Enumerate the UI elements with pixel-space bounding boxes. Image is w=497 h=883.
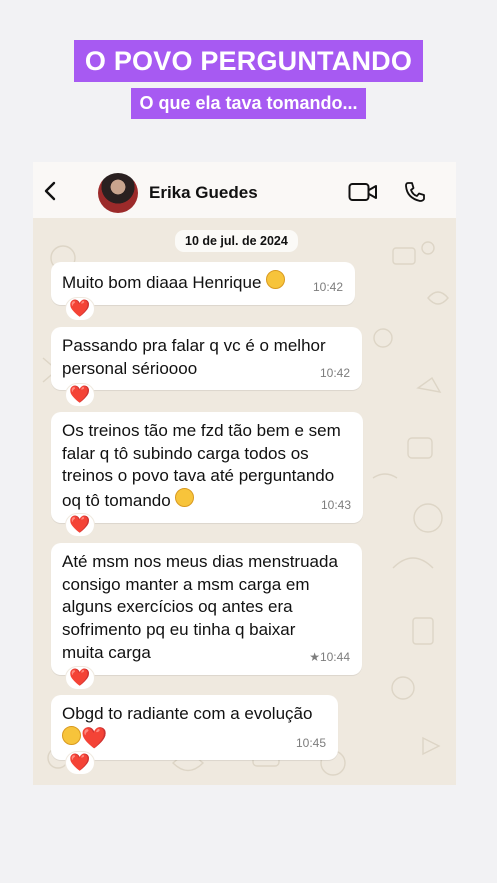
message-text: Até msm nos meus dias menstruada consigo…	[62, 552, 338, 662]
chat-screenshot: Erika Guedes 10 de jul. de 2024 Muito bo…	[33, 162, 456, 785]
heart-reaction[interactable]: ❤️	[65, 751, 95, 775]
video-call-icon[interactable]	[348, 182, 378, 202]
avatar[interactable]	[98, 173, 138, 213]
message-bubble[interactable]: Muito bom diaaa Henrique 10:42	[51, 262, 355, 305]
message-text: Muito bom diaaa Henrique	[62, 270, 344, 295]
message-text: Os treinos tão me fzd tão bem e sem fala…	[62, 421, 341, 511]
kissing-emoji-icon	[175, 488, 195, 508]
heart-reaction[interactable]: ❤️	[65, 513, 95, 537]
back-arrow-icon[interactable]	[41, 180, 61, 202]
message-time: ★10:44	[309, 649, 350, 664]
message-time: 10:45	[295, 735, 326, 750]
heart-reaction[interactable]: ❤️	[65, 666, 95, 690]
heart-reaction[interactable]: ❤️	[65, 297, 95, 321]
chat-header: Erika Guedes	[33, 162, 456, 218]
banner-subtitle-wrap: O que ela tava tomando...	[0, 88, 497, 119]
message-time: 10:42	[319, 365, 350, 380]
phone-call-icon[interactable]	[403, 180, 427, 204]
star-struck-emoji-icon	[266, 270, 286, 289]
banner-title-wrap: O POVO PERGUNTANDO	[0, 40, 497, 82]
date-chip: 10 de jul. de 2024	[175, 230, 298, 252]
heart-reaction[interactable]: ❤️	[65, 383, 95, 407]
star-struck-emoji-icon	[62, 725, 81, 745]
contact-name[interactable]: Erika Guedes	[149, 183, 258, 203]
banner-subtitle: O que ela tava tomando...	[131, 88, 366, 119]
message-text: Obgd to radiante com a evolução ❤️	[62, 704, 313, 750]
message-text: Passando pra falar q vc é o melhor perso…	[62, 336, 326, 378]
message-time: 10:42	[312, 280, 343, 294]
message-bubble[interactable]: Passando pra falar q vc é o melhor perso…	[51, 327, 362, 391]
message-time: 10:43	[320, 498, 351, 513]
banner-title: O POVO PERGUNTANDO	[73, 40, 424, 82]
message-bubble[interactable]: Os treinos tão me fzd tão bem e sem fala…	[51, 412, 363, 523]
heart-emoji-icon: ❤️	[81, 726, 108, 750]
message-bubble[interactable]: Obgd to radiante com a evolução ❤️ 10:45	[51, 695, 338, 761]
message-bubble[interactable]: Até msm nos meus dias menstruada consigo…	[51, 543, 362, 675]
